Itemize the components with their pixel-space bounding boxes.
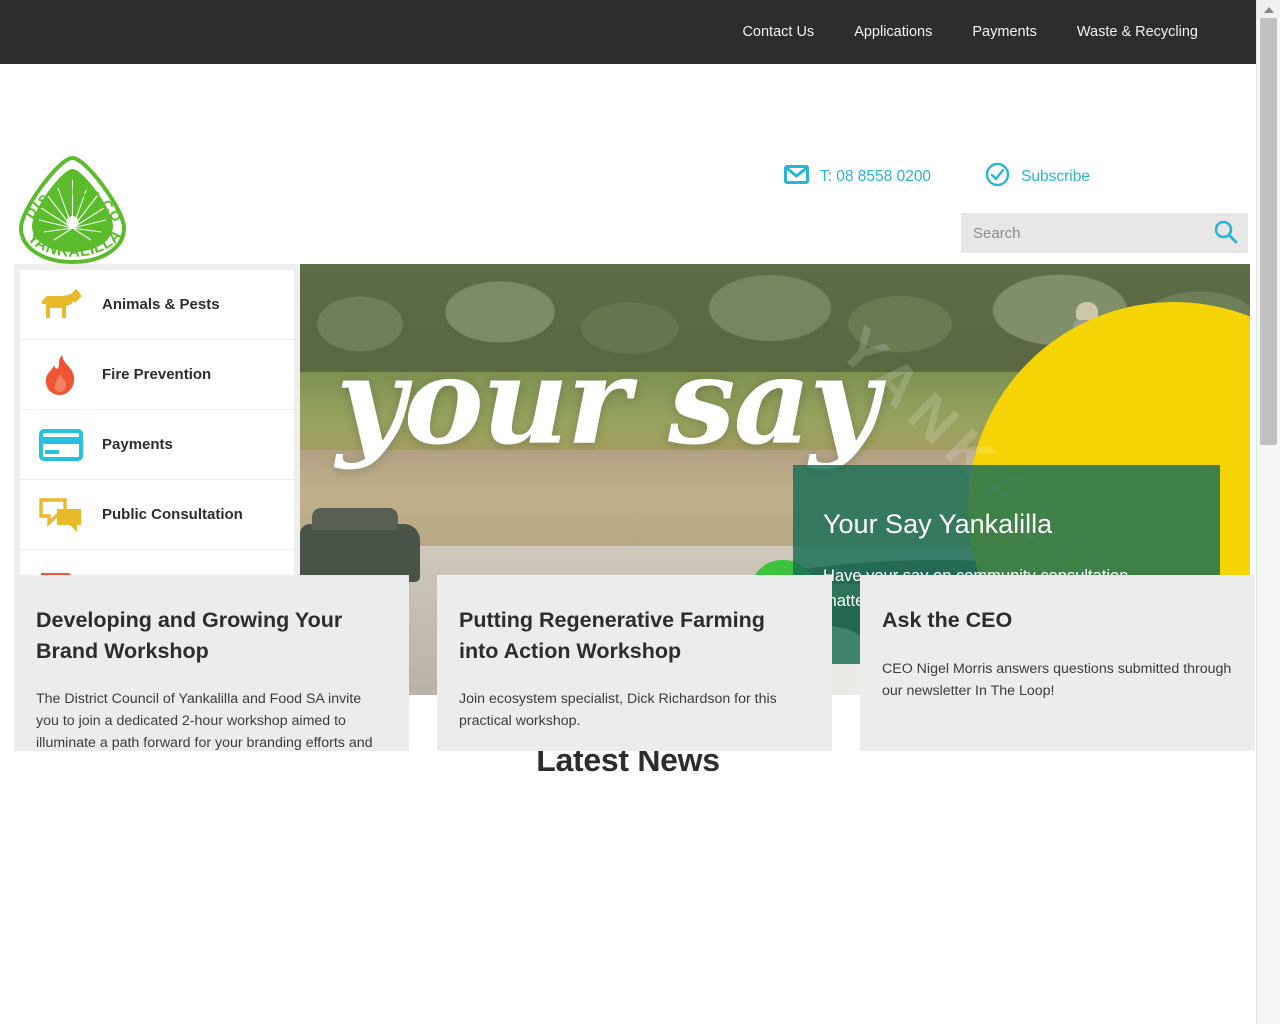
quick-link-label: Fire Prevention [102,366,212,383]
news-card[interactable]: Ask the CEO CEO Nigel Morris answers que… [860,575,1255,751]
quick-link-public-consultation[interactable]: Public Consultation [20,480,294,549]
phone-group[interactable]: T: 08 8558 0200 [783,165,931,189]
top-utility-bar: Contact Us Applications Payments Waste &… [0,0,1256,64]
news-card-excerpt: The District Council of Yankalilla and F… [36,691,373,751]
subscribe-link[interactable]: Subscribe [1021,168,1090,186]
quick-link-fire-prevention[interactable]: Fire Prevention [20,340,294,409]
topbar-link-waste-recycling[interactable]: Waste & Recycling [1077,24,1198,40]
news-card-excerpt: CEO Nigel Morris answers questions submi… [882,660,1232,699]
quick-link-payments[interactable]: Payments [20,410,294,479]
header-contact-row: T: 08 8558 0200 Subscribe [783,162,1090,192]
quick-link-animals-pests[interactable]: Animals & Pests [20,270,294,339]
quick-link-label: Animals & Pests [102,296,220,313]
search-button[interactable] [1204,213,1248,253]
news-card-list: Developing and Growing Your Brand Worksh… [14,575,1256,751]
scrollbar-thumb[interactable] [1260,18,1277,445]
news-card-title: Ask the CEO [882,608,1013,632]
news-card-title: Putting Regenerative Farming into Action… [459,608,765,663]
search-input[interactable] [961,224,1204,242]
credit-card-icon [20,428,102,461]
flame-icon [20,354,102,395]
speech-bubbles-icon [20,497,102,532]
hero-title: Your Say Yankalilla [823,509,1053,539]
vertical-scrollbar[interactable] [1256,0,1280,1024]
hero-script-text: your say [336,331,879,472]
news-card[interactable]: Putting Regenerative Farming into Action… [437,575,832,751]
site-header: DISTRICT COUNCIL YANKALILLA T: 08 8558 0… [0,64,1256,315]
check-circle-icon [985,162,1010,192]
topbar-link-payments[interactable]: Payments [972,24,1036,40]
news-card[interactable]: Developing and Growing Your Brand Worksh… [14,575,409,751]
news-card-title: Developing and Growing Your Brand Worksh… [36,608,343,663]
search-box[interactable] [961,213,1248,253]
topbar-link-applications[interactable]: Applications [854,24,932,40]
page-root: Contact Us Applications Payments Waste &… [0,0,1280,1024]
topbar-link-contact-us[interactable]: Contact Us [742,24,814,40]
phone-number[interactable]: T: 08 8558 0200 [820,168,931,186]
quick-link-label: Payments [102,436,173,453]
envelope-icon [783,165,809,189]
council-logo[interactable]: DISTRICT COUNCIL YANKALILLA [8,139,131,270]
subscribe-group[interactable]: Subscribe [985,162,1090,192]
search-icon [1213,219,1239,248]
dog-icon [20,287,102,323]
scroll-up-arrow-icon[interactable] [1257,0,1280,18]
quick-link-label: Public Consultation [102,506,243,523]
news-card-excerpt: Join ecosystem specialist, Dick Richards… [459,691,777,730]
